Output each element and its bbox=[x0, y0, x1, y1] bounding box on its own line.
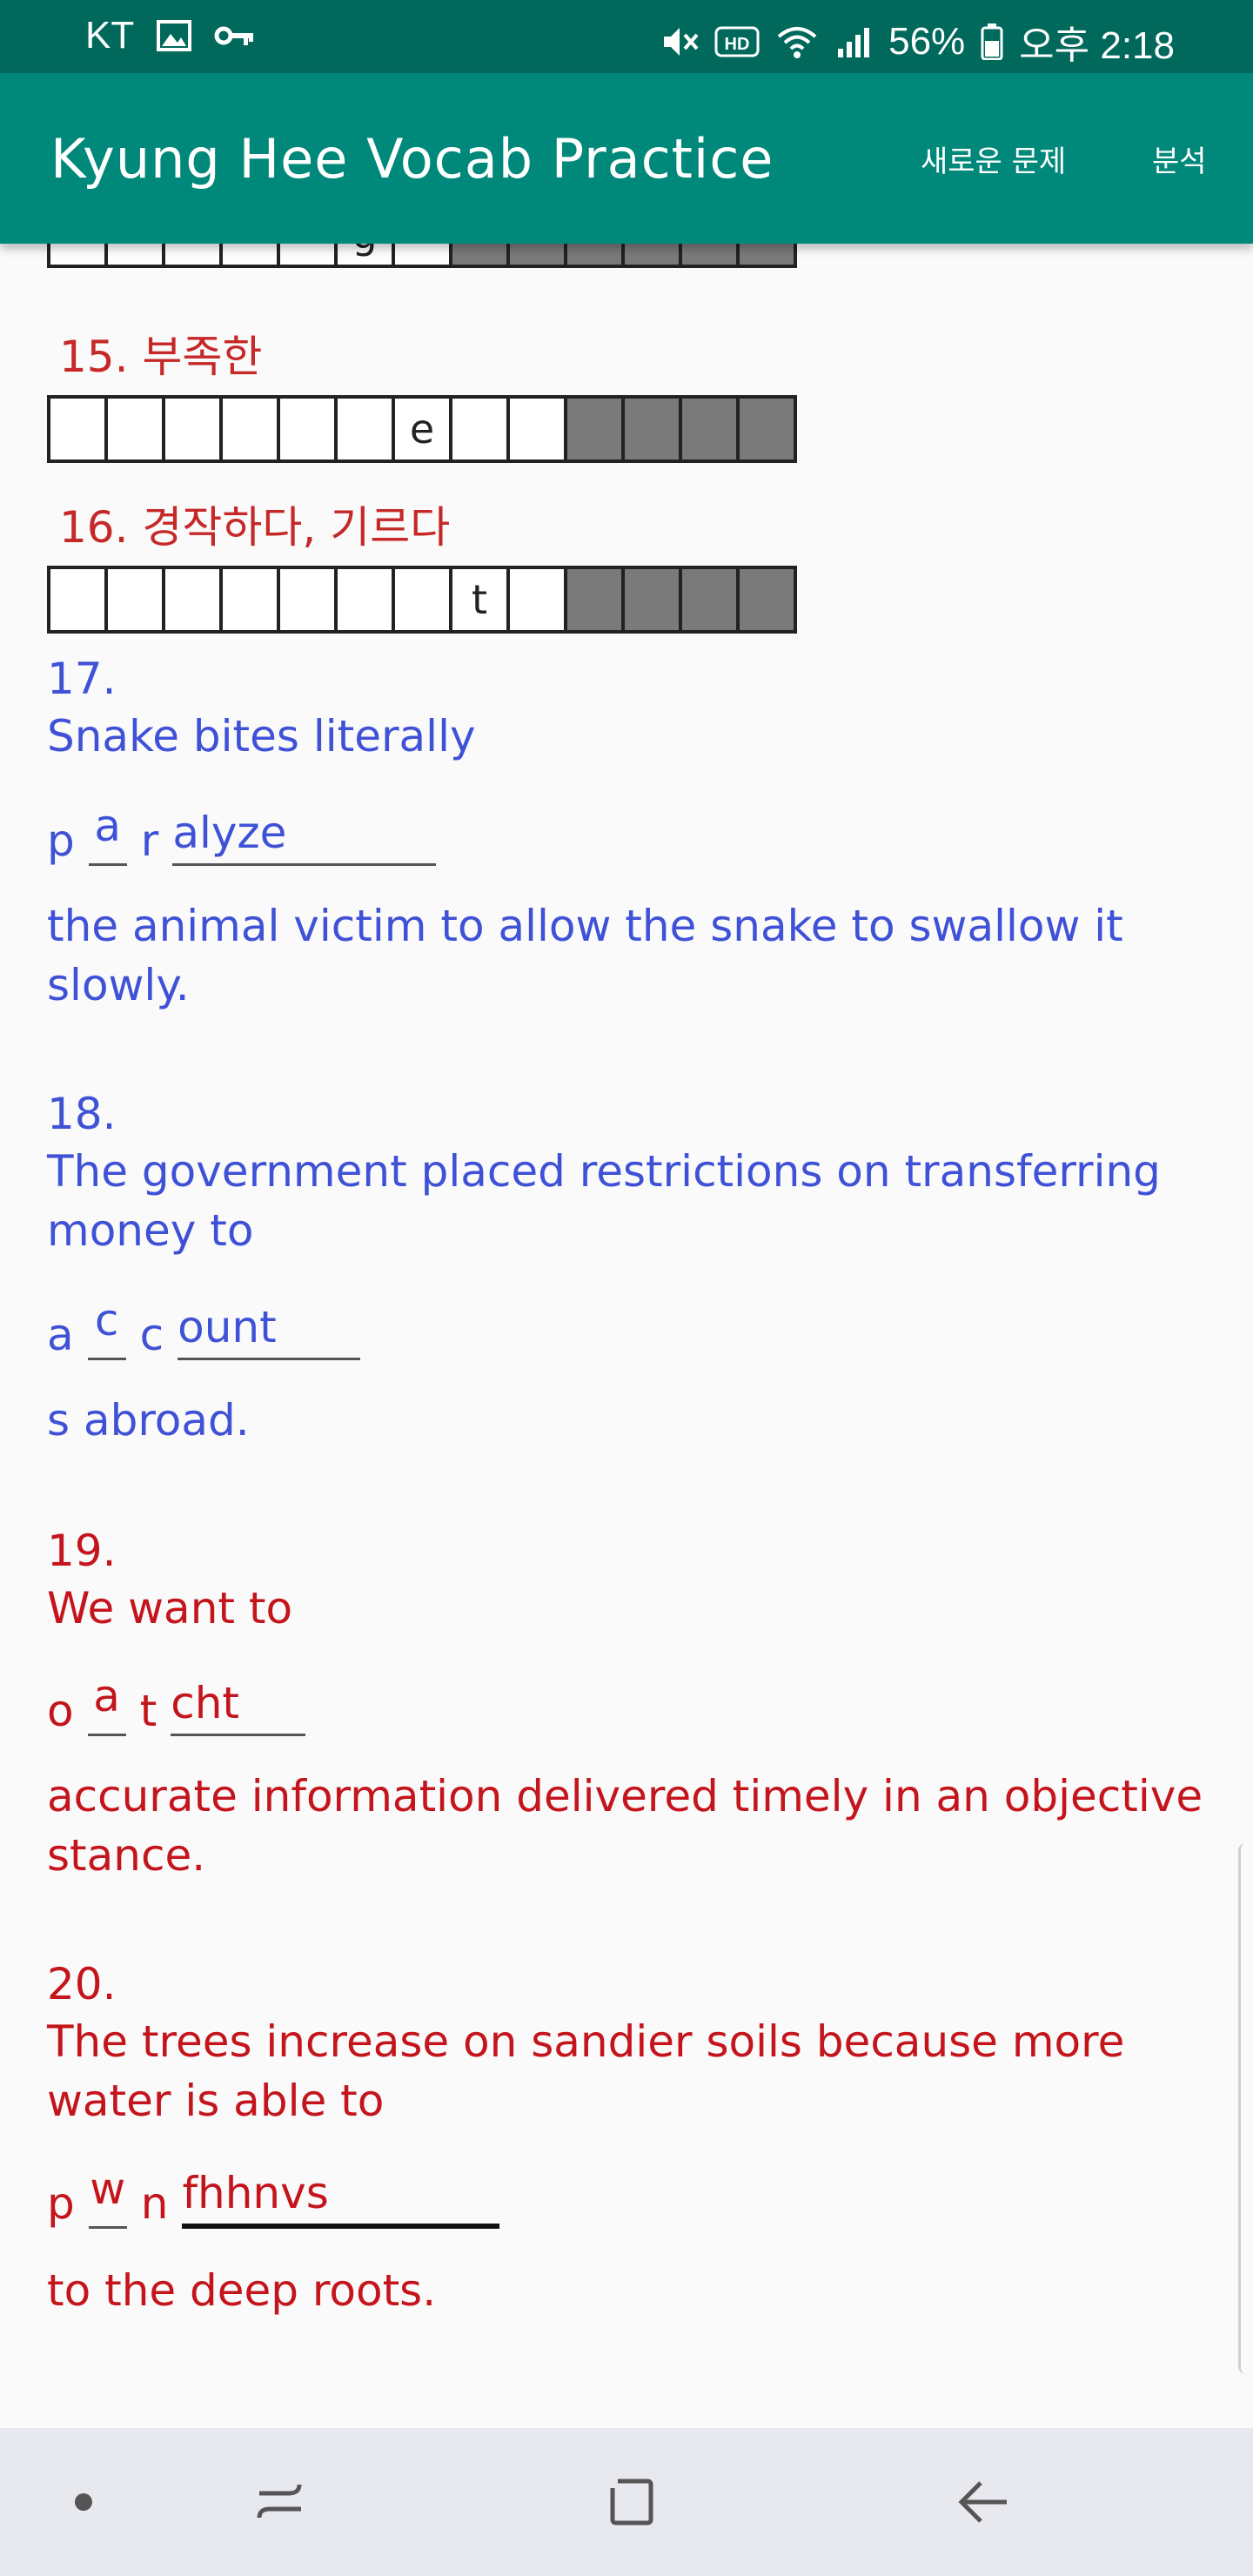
answer-letter: p bbox=[47, 815, 75, 866]
mute-icon bbox=[660, 24, 699, 59]
letter-cell[interactable] bbox=[50, 244, 104, 265]
letter-cell-hint: g bbox=[338, 244, 392, 265]
letter-cell[interactable] bbox=[510, 569, 564, 630]
letter-cell-blocked bbox=[625, 399, 679, 460]
letter-cell[interactable] bbox=[165, 569, 219, 630]
letter-cell[interactable] bbox=[395, 244, 449, 265]
hd-icon: HD bbox=[714, 26, 760, 57]
letter-cell[interactable] bbox=[223, 244, 277, 265]
answer-input[interactable]: c bbox=[87, 1295, 126, 1360]
image-icon bbox=[157, 20, 192, 51]
new-problem-button[interactable]: 새로운 문제 bbox=[921, 138, 1066, 180]
letter-cell[interactable] bbox=[280, 569, 334, 630]
answer-letter: n bbox=[140, 2178, 169, 2229]
back-icon[interactable] bbox=[948, 2472, 1018, 2532]
letter-cell-blocked bbox=[510, 244, 564, 265]
question-15-label: 15. 부족한 bbox=[59, 332, 263, 382]
answer-text[interactable]: fhhnvs bbox=[182, 2168, 499, 2229]
question-20-sentence-start: The trees increase on sandier soils beca… bbox=[47, 2016, 1125, 2126]
question-18-sentence-end: s abroad. bbox=[47, 1395, 250, 1446]
answer-letter: t bbox=[139, 1686, 157, 1736]
answer-text[interactable]: alyze bbox=[172, 808, 437, 866]
dot-icon[interactable] bbox=[49, 2472, 118, 2532]
signal-icon bbox=[834, 24, 873, 59]
answer-input[interactable]: a bbox=[87, 1671, 126, 1736]
app-title: Kyung Hee Vocab Practice bbox=[50, 127, 774, 191]
recent-apps-icon[interactable] bbox=[245, 2472, 315, 2532]
carrier-label: KT bbox=[85, 14, 135, 57]
answer-letter: o bbox=[47, 1686, 74, 1736]
letter-cell[interactable] bbox=[108, 569, 162, 630]
question-19-number: 19. bbox=[47, 1526, 117, 1576]
letter-cell[interactable] bbox=[165, 399, 219, 460]
letter-cell-blocked bbox=[682, 244, 736, 265]
battery-percent: 56% bbox=[888, 20, 966, 63]
question-17-sentence-end: the animal victim to allow the snake to … bbox=[47, 901, 1123, 1010]
question-20-sentence-end: to the deep roots. bbox=[47, 2265, 437, 2316]
question-17-sentence-start: Snake bites literally bbox=[47, 711, 476, 761]
letter-cell[interactable] bbox=[108, 244, 162, 265]
letter-grid-14: g bbox=[47, 244, 797, 268]
home-icon[interactable] bbox=[597, 2472, 667, 2532]
clock: 오후 2:18 bbox=[1019, 24, 1175, 67]
letter-cell-blocked bbox=[682, 569, 736, 630]
letter-cell[interactable] bbox=[50, 569, 104, 630]
battery-icon bbox=[981, 23, 1003, 60]
letter-cell[interactable] bbox=[50, 399, 104, 460]
letter-cell[interactable] bbox=[223, 399, 277, 460]
question-19-sentence-start: We want to bbox=[47, 1583, 293, 1633]
letter-cell-blocked bbox=[625, 569, 679, 630]
letter-cell-blocked bbox=[452, 244, 506, 265]
quiz-content: g 15. 부족한 e 16. 경작하다, 기르다 t bbox=[0, 244, 1253, 2428]
answer-input[interactable]: w bbox=[88, 2163, 127, 2229]
letter-cell[interactable] bbox=[338, 399, 392, 460]
status-bar: KT HD 56% 오후 2:18 bbox=[0, 0, 1253, 73]
question-20-answer: p w n fhhnvs bbox=[47, 2163, 499, 2229]
letter-cell[interactable] bbox=[395, 569, 449, 630]
letter-cell-blocked bbox=[625, 244, 679, 265]
question-20-number: 20. bbox=[47, 1959, 117, 2009]
answer-text[interactable]: cht bbox=[171, 1678, 305, 1736]
letter-cell-blocked bbox=[740, 244, 794, 265]
letter-cell-blocked bbox=[567, 244, 621, 265]
letter-cell[interactable] bbox=[510, 399, 564, 460]
analysis-button[interactable]: 분석 bbox=[1152, 138, 1207, 180]
letter-cell[interactable] bbox=[280, 399, 334, 460]
letter-cell-hint: e bbox=[395, 399, 449, 460]
letter-cell-hint: t bbox=[452, 569, 506, 630]
navigation-bar bbox=[0, 2428, 1253, 2576]
letter-grid-15: e bbox=[47, 395, 797, 463]
letter-cell[interactable] bbox=[452, 399, 506, 460]
answer-input[interactable]: a bbox=[88, 801, 127, 866]
letter-cell[interactable] bbox=[223, 569, 277, 630]
scrollbar[interactable] bbox=[1238, 1843, 1253, 2374]
question-19-answer: o a t cht bbox=[47, 1671, 305, 1736]
letter-cell[interactable] bbox=[165, 244, 219, 265]
answer-text[interactable]: ount bbox=[178, 1302, 360, 1360]
app-bar: Kyung Hee Vocab Practice 새로운 문제 분석 bbox=[0, 73, 1253, 244]
letter-cell-blocked bbox=[682, 399, 736, 460]
letter-grid-16: t bbox=[47, 566, 797, 634]
question-19-sentence-end: accurate information delivered timely in… bbox=[47, 1771, 1203, 1881]
letter-cell-blocked bbox=[740, 399, 794, 460]
letter-cell[interactable] bbox=[338, 569, 392, 630]
letter-cell-blocked bbox=[567, 399, 621, 460]
question-18-number: 18. bbox=[47, 1089, 117, 1139]
key-icon bbox=[214, 23, 254, 49]
answer-letter: p bbox=[47, 2178, 75, 2229]
question-18-sentence-start: The government placed restrictions on tr… bbox=[47, 1146, 1161, 1256]
letter-cell-blocked bbox=[567, 569, 621, 630]
question-17-number: 17. bbox=[47, 654, 117, 704]
question-18-answer: a c c ount bbox=[47, 1295, 360, 1360]
question-16-label: 16. 경작하다, 기르다 bbox=[59, 502, 451, 553]
answer-letter: r bbox=[140, 815, 159, 866]
answer-letter: a bbox=[47, 1310, 74, 1360]
letter-cell[interactable] bbox=[280, 244, 334, 265]
wifi-icon bbox=[775, 24, 819, 59]
letter-cell-blocked bbox=[740, 569, 794, 630]
answer-letter: c bbox=[139, 1310, 164, 1360]
question-17-answer: p a r alyze bbox=[47, 801, 437, 866]
svg-text:HD: HD bbox=[725, 35, 750, 54]
letter-cell[interactable] bbox=[108, 399, 162, 460]
